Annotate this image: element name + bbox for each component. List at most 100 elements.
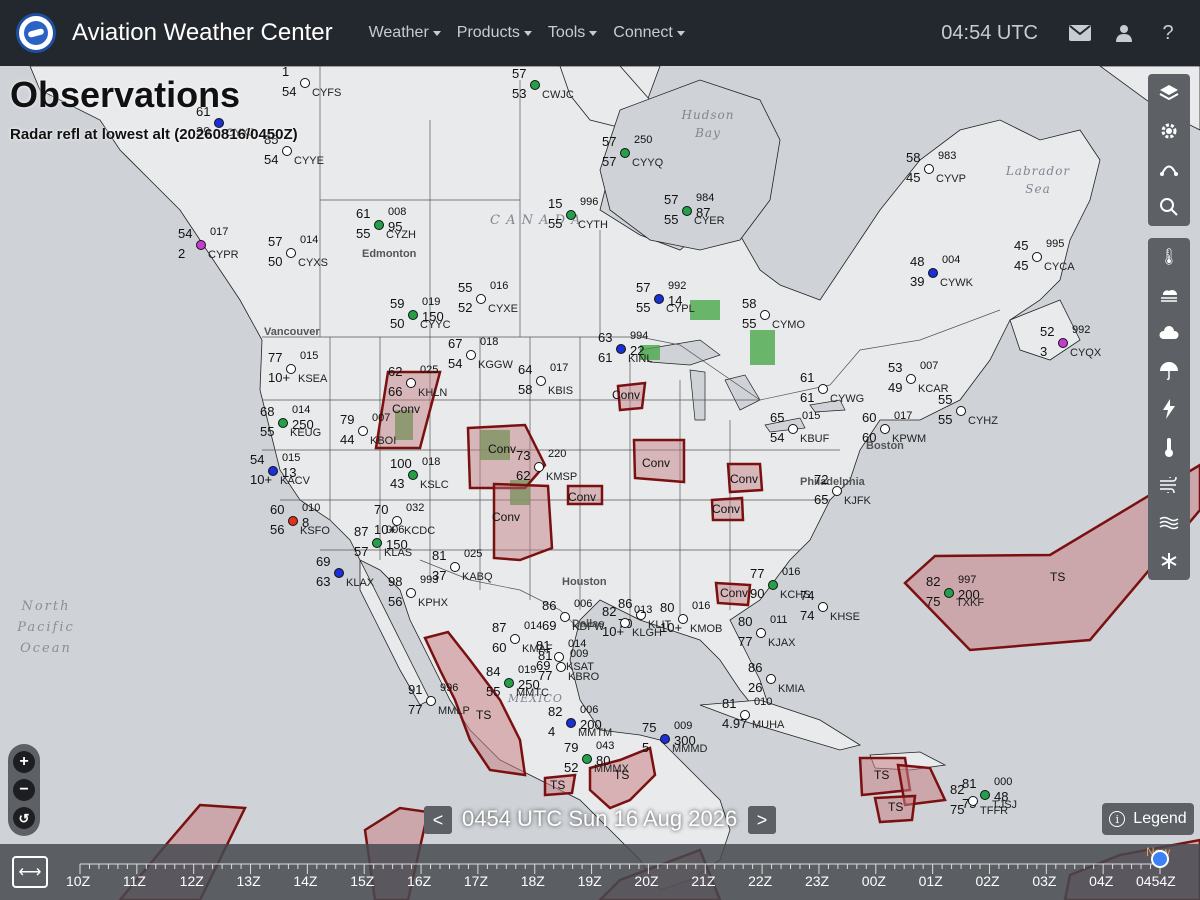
station-dewpoint: 10+	[268, 370, 291, 385]
help-icon[interactable]: ?	[1156, 21, 1180, 45]
timeline-expand-button[interactable]: ⟷	[12, 856, 48, 888]
station-pressure: 015	[282, 452, 301, 464]
menu-tools[interactable]: Tools	[540, 24, 605, 42]
station-dewpoint: 50	[390, 316, 405, 331]
station-pressure: 992	[668, 280, 687, 292]
timeline-hour-label[interactable]: 22Z	[748, 873, 772, 889]
timeline-hour-label[interactable]: 01Z	[919, 873, 943, 889]
timeline-hour-label[interactable]: 19Z	[578, 873, 602, 889]
station-id: KCAR	[918, 383, 949, 395]
menu-products[interactable]: Products	[449, 24, 540, 42]
ts-tag[interactable]: TS	[1050, 570, 1065, 584]
zoom-in-button[interactable]: +	[13, 751, 35, 773]
timeline-hour-label[interactable]: 23Z	[805, 873, 829, 889]
timeline-hour-label[interactable]: 0454Z	[1136, 873, 1176, 889]
timeline-hour-label[interactable]: 13Z	[237, 873, 261, 889]
conv-tag[interactable]: Conv	[488, 442, 516, 456]
timeline-hour-label[interactable]: 16Z	[407, 873, 431, 889]
ts-tag[interactable]: TS	[614, 768, 629, 782]
conv-tag[interactable]: Conv	[492, 510, 520, 524]
station-dewpoint: 55	[664, 212, 679, 227]
timeline-knob[interactable]	[1151, 850, 1169, 868]
conv-tag[interactable]: Conv	[612, 388, 640, 402]
sky-cover-icon	[286, 248, 296, 258]
station-dewpoint: 66	[388, 384, 403, 399]
zoom-out-button[interactable]: −	[13, 779, 35, 801]
temperature-icon[interactable]	[1148, 428, 1190, 466]
station-id: CYYC	[420, 319, 451, 331]
mail-icon[interactable]	[1068, 21, 1092, 45]
layer-description: Radar refl at lowest alt (20260816/0450Z…	[10, 126, 298, 143]
timeline-hour-label[interactable]: 10Z	[66, 873, 90, 889]
cloud-fog-icon[interactable]	[1148, 276, 1190, 314]
ts-tag[interactable]: TS	[476, 708, 491, 722]
conv-tag[interactable]: Conv	[642, 456, 670, 470]
timeline-hour-label[interactable]: 12Z	[180, 873, 204, 889]
station-pressure: 017	[210, 226, 229, 238]
lightning-icon[interactable]	[1148, 390, 1190, 428]
timeline-hour-label[interactable]: 03Z	[1032, 873, 1056, 889]
station-id: KBIS	[548, 385, 574, 397]
snowflake-icon[interactable]	[1148, 542, 1190, 580]
conv-tag[interactable]: Conv	[712, 502, 740, 516]
station-pressure: 025	[420, 364, 439, 376]
timeline-hour-label[interactable]: 21Z	[691, 873, 715, 889]
next-time-button[interactable]: >	[748, 806, 776, 834]
station-dewpoint: 75	[926, 594, 941, 609]
timeline-hour-label[interactable]: 17Z	[464, 873, 488, 889]
wind-icon[interactable]	[1148, 466, 1190, 504]
ts-tag[interactable]: TS	[888, 800, 903, 814]
time-slider[interactable]	[0, 844, 1200, 900]
station-dewpoint: 53	[512, 86, 527, 101]
sky-cover-icon	[818, 384, 828, 394]
station-temp: 79	[564, 740, 579, 755]
route-icon[interactable]	[1148, 150, 1190, 188]
ts-tag[interactable]: TS	[874, 768, 889, 782]
settings-icon[interactable]	[1148, 112, 1190, 150]
waves-icon[interactable]	[1148, 504, 1190, 542]
weather-map[interactable]: North Pacific Ocean Labrador Sea Hudson …	[0, 66, 1200, 900]
umbrella-icon[interactable]	[1148, 352, 1190, 390]
search-icon[interactable]	[1148, 188, 1190, 226]
zoom-control: + − ↺	[8, 744, 40, 836]
label-labrador-line2: Sea	[1025, 182, 1051, 196]
timeline-hour-label[interactable]: 00Z	[862, 873, 886, 889]
station-dewpoint: 54	[770, 430, 785, 445]
legend-button[interactable]: i Legend	[1102, 803, 1194, 835]
station-id: CYTH	[578, 219, 608, 231]
timeline-hour-label[interactable]: 11Z	[123, 873, 146, 889]
timeline-hour-label[interactable]: 04Z	[1089, 873, 1113, 889]
cloud-icon[interactable]	[1148, 314, 1190, 352]
reset-rotation-button[interactable]: ↺	[13, 807, 35, 829]
sky-cover-icon	[788, 424, 798, 434]
station-dewpoint: 43	[390, 476, 405, 491]
ts-tag[interactable]: TS	[550, 778, 565, 792]
prev-time-button[interactable]: <	[424, 806, 452, 834]
station-temp: 84	[486, 664, 501, 679]
city-vancouver: Vancouver	[264, 326, 320, 338]
timeline-hour-label[interactable]: 02Z	[975, 873, 999, 889]
site-title[interactable]: Aviation Weather Center	[72, 19, 333, 47]
sky-cover-icon	[566, 718, 576, 728]
timeline-hour-label[interactable]: 15Z	[350, 873, 374, 889]
timeline-hour-label[interactable]: 14Z	[293, 873, 317, 889]
noaa-logo[interactable]	[16, 13, 56, 53]
station-temp: 57	[664, 192, 679, 207]
timeline-hour-label[interactable]: 18Z	[521, 873, 545, 889]
conv-tag[interactable]: Conv	[392, 402, 420, 416]
menu-connect[interactable]: Connect	[605, 24, 693, 42]
conv-tag[interactable]: Conv	[730, 472, 758, 486]
station-temp: 82	[548, 704, 563, 719]
station-pressure: 014	[292, 404, 311, 416]
user-icon[interactable]	[1112, 21, 1136, 45]
sky-cover-icon	[510, 634, 520, 644]
menu-weather[interactable]: Weather	[361, 24, 449, 42]
conv-tag[interactable]: Conv	[568, 490, 596, 504]
sky-cover-icon	[968, 796, 978, 806]
timeline-hour-label[interactable]: 20Z	[634, 873, 658, 889]
layers-icon[interactable]	[1148, 74, 1190, 112]
conv-tag[interactable]: Conv	[720, 586, 748, 600]
thermometer-wind-icon[interactable]: 🌡	[1148, 238, 1190, 276]
station-id: KSFO	[300, 525, 330, 537]
sky-cover-icon	[406, 588, 416, 598]
